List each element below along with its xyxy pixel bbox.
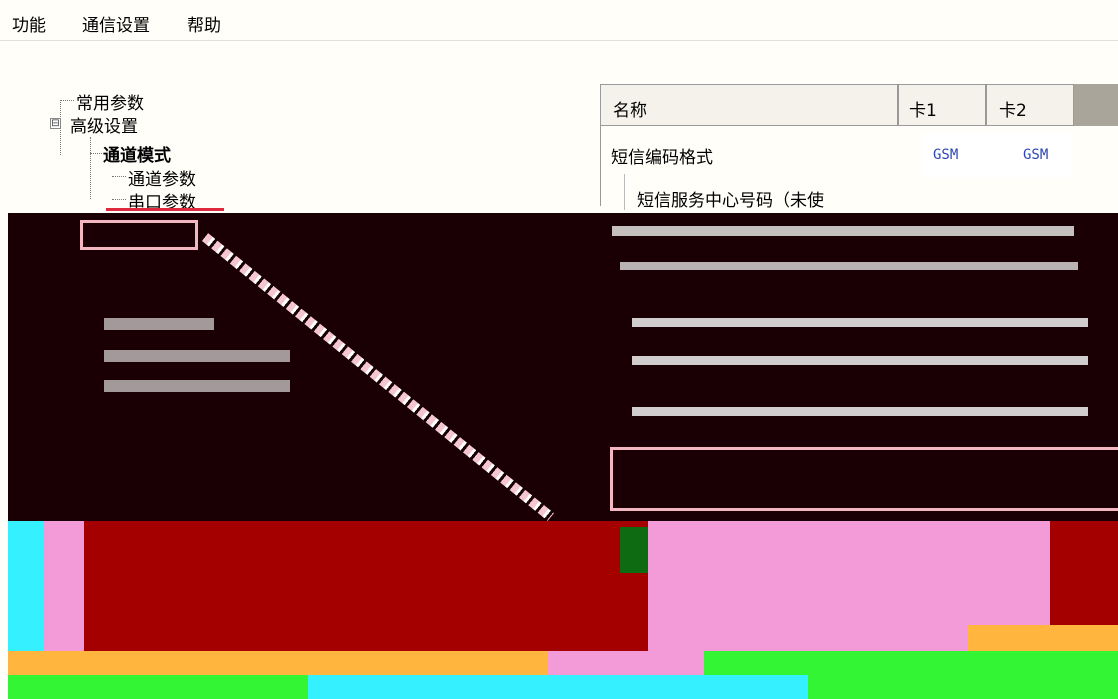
corrupted-green-band: [704, 651, 1118, 675]
corrupted-green-block: [620, 527, 648, 573]
corrupted-row: [104, 380, 290, 392]
grid-header-card1[interactable]: 卡1: [898, 84, 986, 126]
corrupted-row: [620, 262, 1078, 270]
tree-guide-line: [112, 199, 126, 200]
menu-help[interactable]: 帮助: [187, 11, 221, 36]
corrupted-red-band: [1050, 521, 1118, 631]
corrupted-pink-band: [44, 521, 84, 651]
corrupted-row: [632, 318, 1088, 327]
menu-comm-settings[interactable]: 通信设置: [82, 11, 150, 36]
corrupted-orange-band: [8, 651, 548, 675]
corrupted-row: [632, 356, 1088, 365]
tree-item-advanced-settings[interactable]: 高级设置: [70, 112, 138, 137]
grid-row-sms-center[interactable]: 短信服务中心号码（未使: [637, 186, 824, 211]
grid-row-sms-format[interactable]: 短信编码格式: [611, 143, 713, 168]
corrupted-green-band: [8, 675, 308, 699]
corrupted-row: [104, 350, 290, 362]
tree-item-channel-mode[interactable]: 通道模式: [103, 141, 171, 166]
grid-header-card1-label: 卡1: [909, 101, 937, 121]
menu-function[interactable]: 功能: [12, 11, 46, 36]
corrupted-orange-band: [968, 625, 1118, 651]
grid-header-name[interactable]: 名称: [600, 84, 898, 126]
tree-item-channel-params[interactable]: 通道参数: [128, 165, 196, 190]
corrupted-highlight-box: [610, 447, 1118, 511]
corrupted-row: [612, 226, 1074, 236]
corrupted-pink-band: [548, 651, 704, 675]
menu-bar: 功能 通信设置 帮助: [0, 0, 1118, 41]
corrupted-highlight-box: [80, 220, 198, 250]
corrupted-red-band: [8, 521, 648, 651]
corrupted-green-band: [808, 675, 1118, 699]
tree-guide-line: [90, 153, 102, 154]
grid-header-name-label: 名称: [613, 101, 647, 121]
grid-left-border: [600, 126, 601, 206]
corrupted-cyan-band: [8, 521, 44, 651]
corrupted-row: [104, 318, 214, 330]
corrupted-cyan-band: [308, 675, 808, 699]
grid-header-card2[interactable]: 卡2: [986, 84, 1074, 126]
minus-box-icon[interactable]: ⊟: [50, 118, 61, 129]
tree-guide-line: [90, 137, 91, 199]
grid-row-divider: [624, 174, 625, 210]
grid-cell-card2-format[interactable]: GSM: [1023, 147, 1048, 163]
tree-item-common-params[interactable]: 常用参数: [76, 89, 144, 114]
tree-selection-underline: [106, 208, 224, 211]
grid-cell-card1-format[interactable]: GSM: [933, 147, 958, 163]
corrupted-row: [632, 407, 1088, 416]
tree-guide-line: [60, 100, 74, 101]
tree-guide-line: [112, 176, 126, 177]
grid-header-card2-label: 卡2: [999, 101, 1027, 121]
grid-header-filler: [1074, 84, 1118, 126]
